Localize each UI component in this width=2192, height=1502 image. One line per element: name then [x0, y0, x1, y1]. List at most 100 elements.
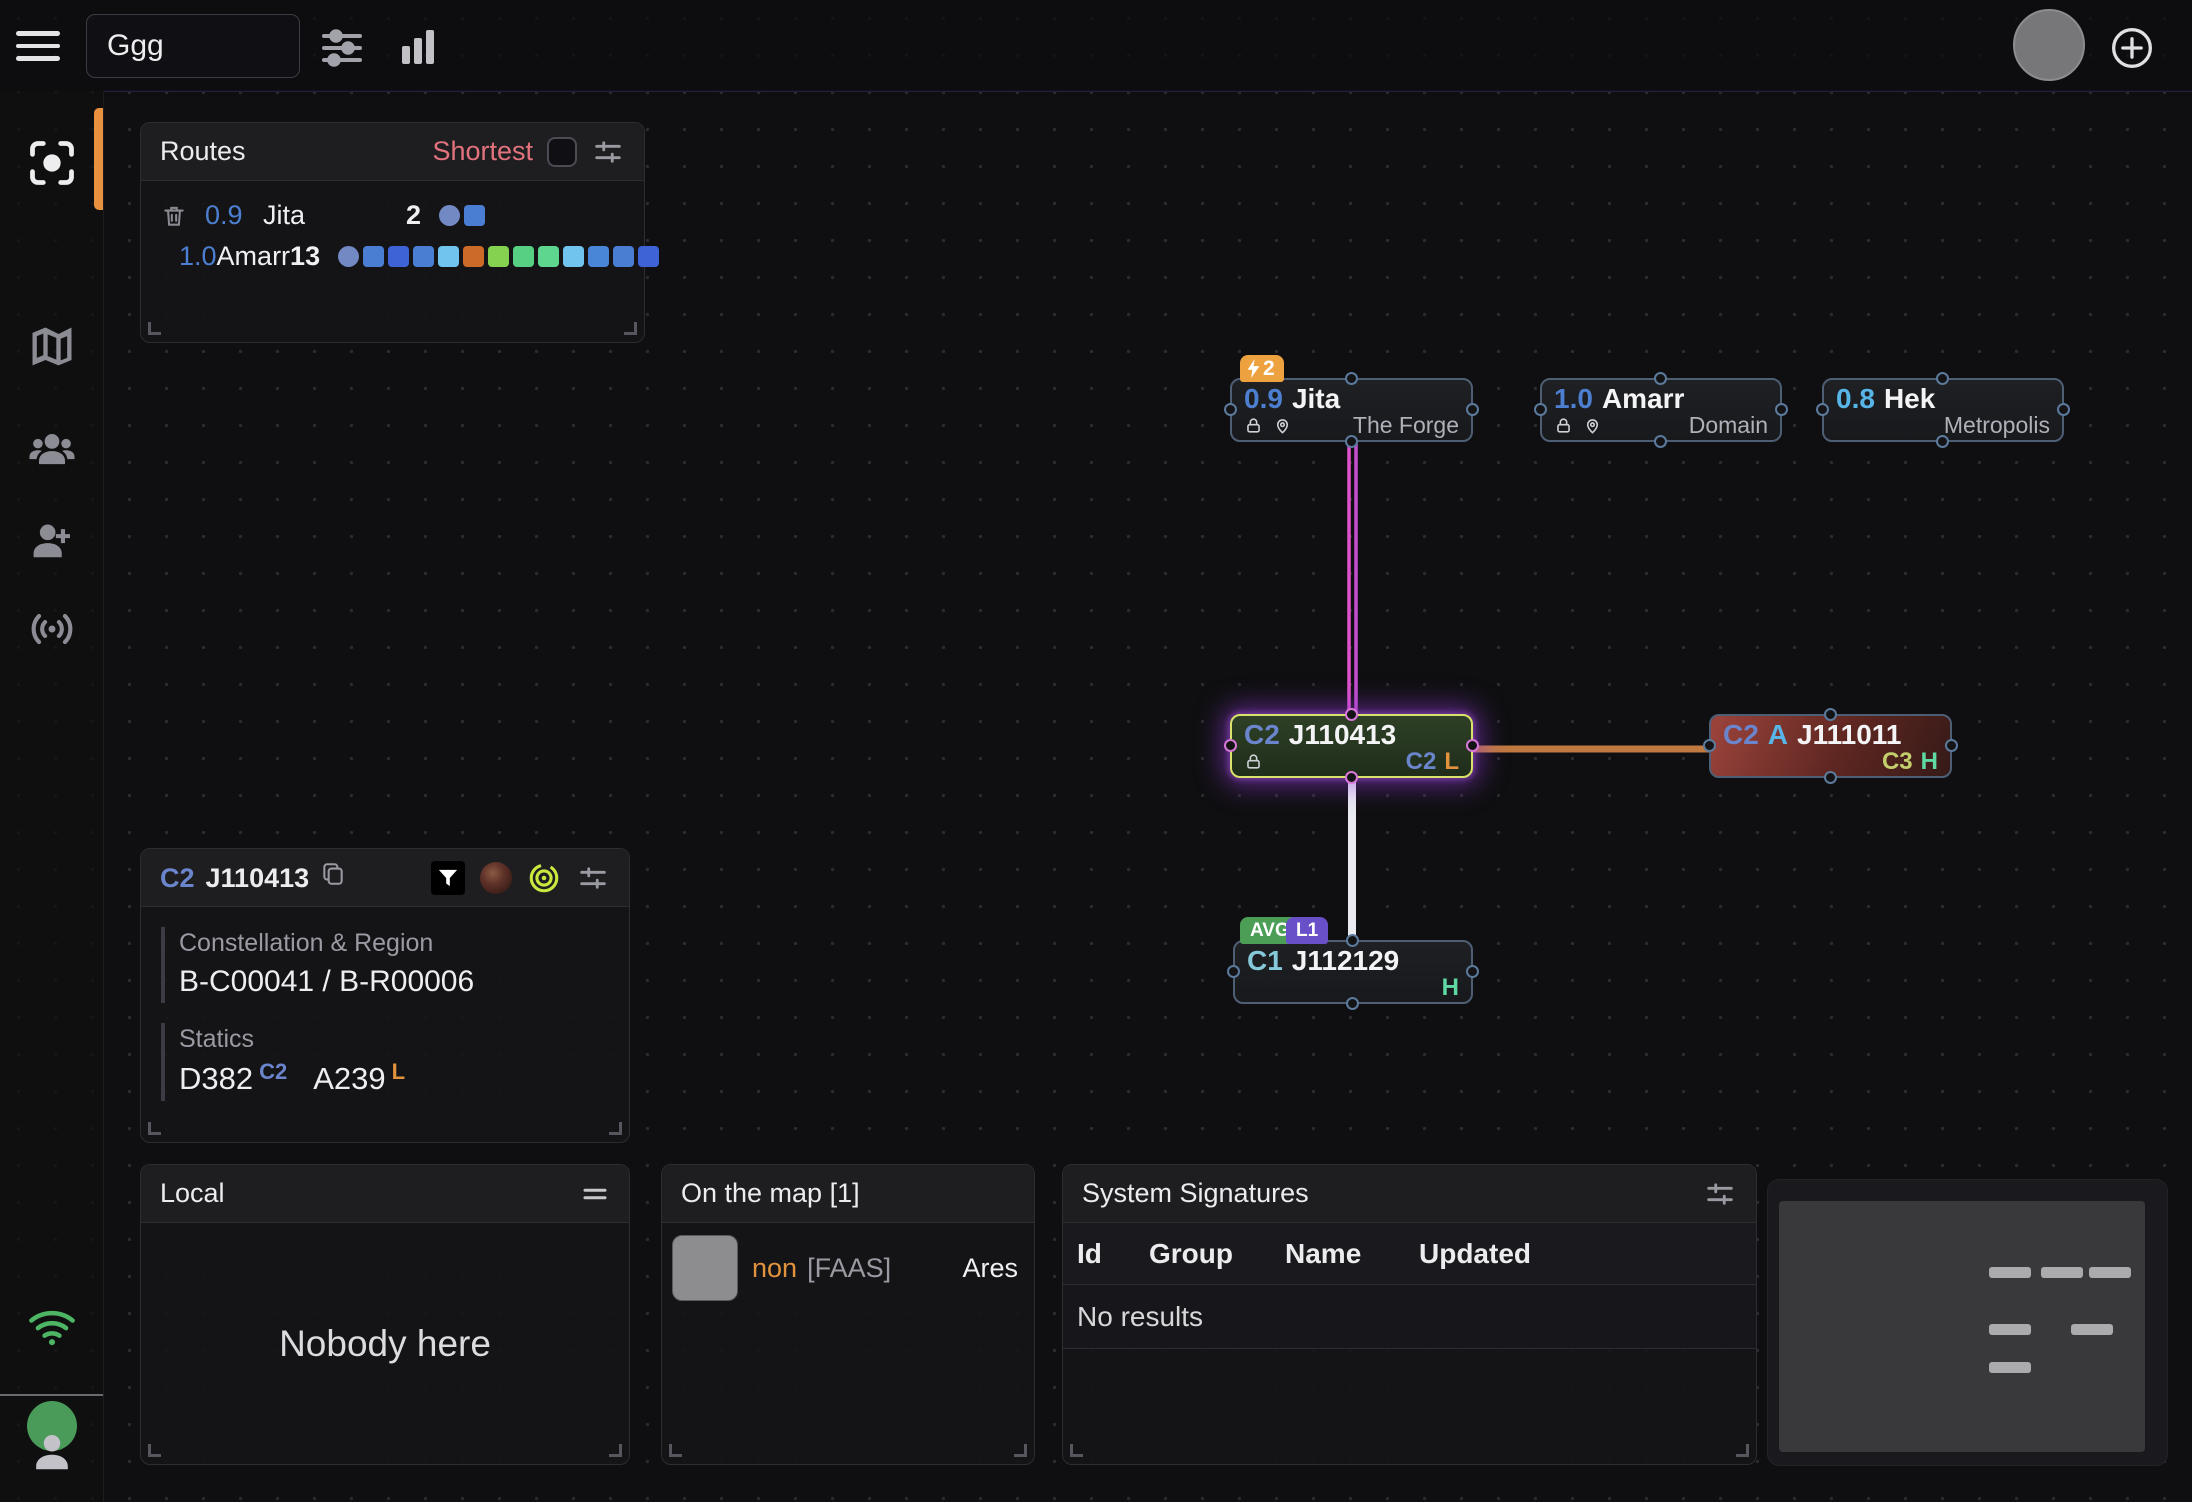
user-avatar[interactable]	[2013, 9, 2085, 81]
connection-handle[interactable]	[1466, 739, 1479, 752]
route-destination[interactable]: Amarr	[217, 241, 291, 272]
minimap-panel[interactable]	[1767, 1179, 2168, 1466]
connection-handle[interactable]	[1466, 403, 1479, 416]
route-jump-count: 13	[290, 241, 320, 272]
connection-handle[interactable]	[1654, 435, 1667, 448]
static-class: C3	[1882, 750, 1913, 773]
sidebar-item-add-character[interactable]	[26, 515, 78, 567]
pilot-ship: Ares	[962, 1253, 1018, 1284]
connection-handle[interactable]	[1345, 372, 1358, 385]
connection-handle[interactable]	[1466, 965, 1479, 978]
column-header-id[interactable]: Id	[1077, 1238, 1149, 1270]
connection-handle[interactable]	[1227, 965, 1240, 978]
connection-handle[interactable]	[1824, 708, 1837, 721]
locate-target-icon[interactable]	[527, 861, 561, 895]
hamburger-menu-icon[interactable]	[16, 24, 60, 68]
static-range: L	[392, 1059, 405, 1085]
column-header-group[interactable]: Group	[1149, 1238, 1285, 1270]
wormhole-mapper-app: { "topbar": { "map_name": "Ggg" }, "rout…	[0, 0, 2192, 1502]
static-class: C2	[1406, 750, 1437, 773]
system-node-j111011[interactable]: C2AJ111011 C3H	[1709, 714, 1952, 778]
signatures-settings-icon[interactable]	[1703, 1177, 1737, 1211]
connection-handle[interactable]	[1224, 739, 1237, 752]
system-node-j112129[interactable]: AVG L1 C1J112129 H	[1233, 940, 1473, 1004]
constellation-region-label: Constellation & Region	[179, 929, 629, 958]
connection-handle[interactable]	[1534, 403, 1547, 416]
pin-icon	[1273, 416, 1292, 435]
effect-thumbnail[interactable]	[480, 862, 512, 894]
connection-handle[interactable]	[1775, 403, 1788, 416]
connection-handle[interactable]	[1824, 771, 1837, 784]
connection-handle[interactable]	[1345, 771, 1358, 784]
region-name: Metropolis	[1944, 414, 2050, 437]
resize-handle[interactable]	[669, 1444, 682, 1457]
route-row-amarr[interactable]: 1.0 Amarr 13	[141, 236, 644, 277]
on-the-map-panel: On the map [1] non [FAAS] Ares	[661, 1164, 1035, 1465]
region-name: The Forge	[1353, 414, 1459, 437]
system-node-jita[interactable]: 2 0.9Jita The Forge	[1230, 378, 1473, 442]
resize-handle[interactable]	[148, 322, 161, 335]
local-panel: Local Nobody here	[140, 1164, 630, 1465]
local-panel-title: Local	[160, 1178, 225, 1209]
map-name-input[interactable]	[86, 14, 300, 78]
resize-handle[interactable]	[1014, 1444, 1027, 1457]
pilot-name[interactable]: non	[752, 1253, 797, 1284]
resize-handle[interactable]	[1070, 1444, 1083, 1457]
route-destination[interactable]: Jita	[263, 200, 365, 231]
plus-circle-icon[interactable]	[2110, 26, 2154, 70]
connection-handle[interactable]	[1816, 403, 1829, 416]
resize-handle[interactable]	[609, 1122, 622, 1135]
connection-handle[interactable]	[1936, 372, 1949, 385]
menu-icon[interactable]	[580, 1179, 610, 1209]
bar-chart-icon[interactable]	[394, 22, 442, 70]
connection-handle[interactable]	[1224, 403, 1237, 416]
connection-handle[interactable]	[2057, 403, 2070, 416]
connection-handle[interactable]	[1654, 372, 1667, 385]
security-status: 1.0	[1554, 384, 1593, 414]
resize-handle[interactable]	[624, 322, 637, 335]
kills-badge: 2	[1240, 355, 1284, 382]
resize-handle[interactable]	[148, 1122, 161, 1135]
route-path-segments	[338, 246, 659, 267]
system-node-j110413[interactable]: C2J110413 C2L	[1230, 714, 1473, 778]
connection-handle[interactable]	[1703, 739, 1716, 752]
connection-handle[interactable]	[1346, 934, 1359, 947]
static-code: D382	[179, 1061, 253, 1097]
funnel-icon[interactable]	[431, 861, 465, 895]
minimap-node	[1989, 1362, 2031, 1373]
route-mode-label[interactable]: Shortest	[432, 136, 533, 167]
copy-icon[interactable]	[320, 861, 346, 887]
connection-handle[interactable]	[1346, 997, 1359, 1010]
connection-handle[interactable]	[1345, 435, 1358, 448]
sidebar-item-map-focus[interactable]	[26, 137, 78, 189]
connection-handle[interactable]	[1936, 435, 1949, 448]
filters-icon[interactable]	[318, 22, 366, 70]
route-segment	[438, 246, 459, 267]
resize-handle[interactable]	[609, 1444, 622, 1457]
sidebar-divider	[0, 1394, 103, 1396]
column-header-name[interactable]: Name	[1285, 1238, 1419, 1270]
resize-handle[interactable]	[1736, 1444, 1749, 1457]
shortest-checkbox[interactable]	[547, 137, 577, 167]
sidebar-item-profile[interactable]	[26, 1427, 78, 1479]
pilot-row[interactable]: non [FAAS] Ares	[662, 1223, 1034, 1301]
route-security: 0.9	[205, 200, 263, 231]
system-node-amarr[interactable]: 1.0Amarr Domain	[1540, 378, 1782, 442]
routes-panel: Routes Shortest 0.9 Jita 2 1.0 Amarr 13	[140, 122, 645, 343]
route-segment	[464, 205, 485, 226]
connection-handle[interactable]	[1345, 708, 1358, 721]
sidebar-item-broadcast[interactable]	[26, 603, 78, 655]
resize-handle[interactable]	[148, 1444, 161, 1457]
trash-icon[interactable]	[161, 203, 187, 229]
system-node-hek[interactable]: 0.8Hek Metropolis	[1822, 378, 2064, 442]
sidebar-item-characters[interactable]	[26, 423, 78, 475]
system-settings-icon[interactable]	[576, 861, 610, 895]
route-segment	[638, 246, 659, 267]
column-header-updated[interactable]: Updated	[1419, 1238, 1756, 1270]
sidebar-item-maps[interactable]	[26, 321, 78, 373]
route-row-jita[interactable]: 0.9 Jita 2	[141, 195, 644, 236]
minimap-viewport[interactable]	[1779, 1201, 2145, 1452]
security-status: 0.8	[1836, 384, 1875, 414]
connection-handle[interactable]	[1945, 739, 1958, 752]
routes-settings-icon[interactable]	[591, 135, 625, 169]
